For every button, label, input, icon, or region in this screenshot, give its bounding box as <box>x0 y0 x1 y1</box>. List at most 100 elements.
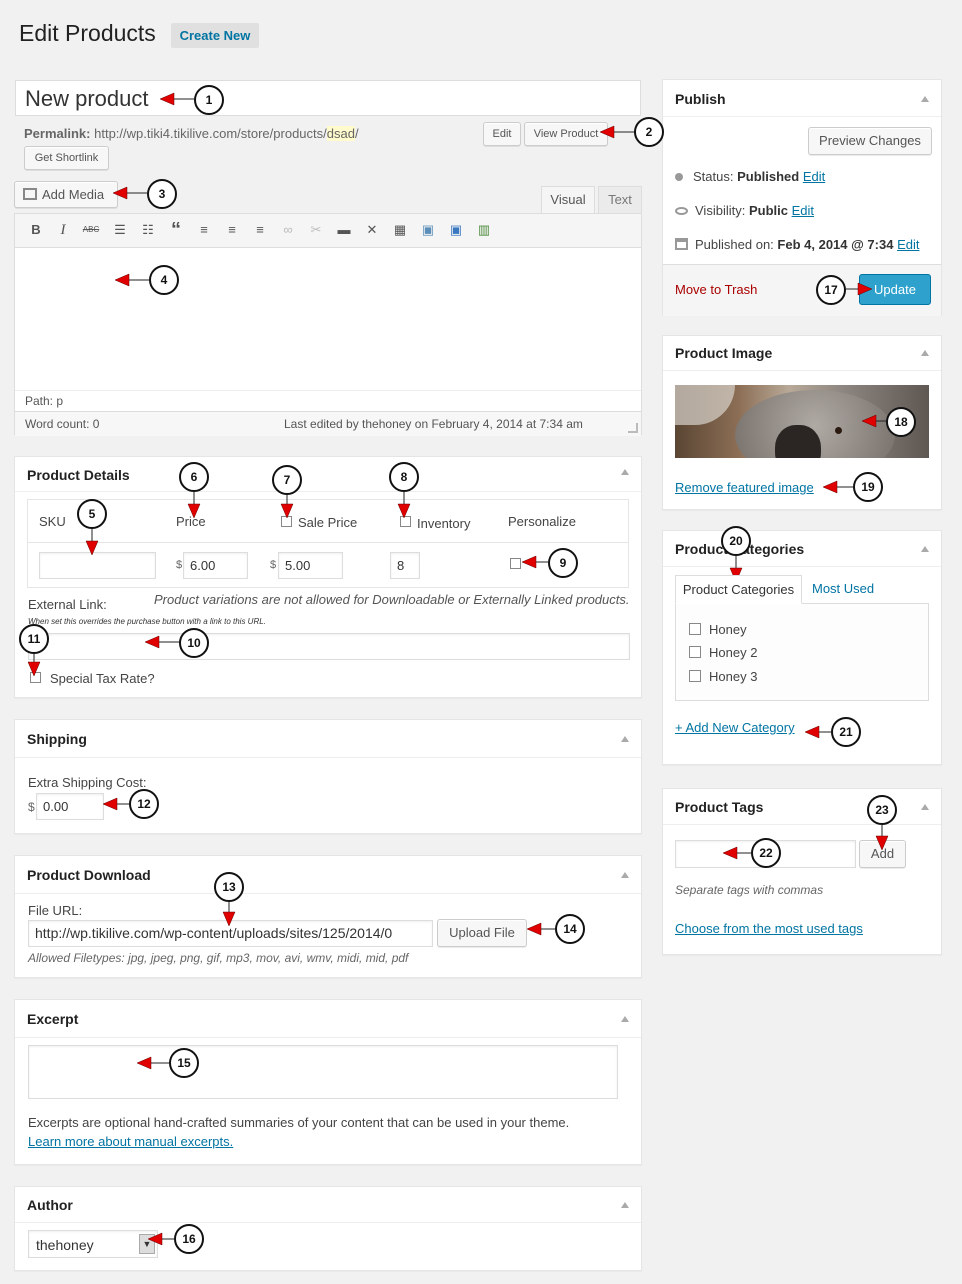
choose-most-used-tags-link[interactable]: Choose from the most used tags <box>675 921 863 936</box>
permalink: Permalink: http://wp.tiki4.tikilive.com/… <box>24 126 359 141</box>
video-icon[interactable]: ▥ <box>475 222 493 238</box>
category-checkbox[interactable] <box>689 623 701 635</box>
collapse-toggle-icon[interactable] <box>621 872 629 878</box>
toolbar-toggle-icon[interactable]: ▦ <box>391 222 409 238</box>
preview-changes-button[interactable]: Preview Changes <box>808 127 932 155</box>
arrow-3 <box>112 186 147 200</box>
editor-content-area[interactable] <box>15 248 641 390</box>
publish-title: Publish <box>675 91 726 107</box>
external-link-label: External Link: <box>28 597 107 612</box>
strikethrough-icon[interactable]: ABC <box>82 222 100 238</box>
excerpt-box: Excerpt Excerpts are optional hand-craft… <box>14 999 642 1165</box>
link-icon[interactable]: ∞ <box>279 222 297 238</box>
create-new-button[interactable]: Create New <box>171 23 259 48</box>
callout-16: 16 <box>174 1224 204 1254</box>
shipping-cost-input[interactable]: 0.00 <box>36 793 104 820</box>
status-label: Status: <box>693 169 734 184</box>
category-item[interactable]: Honey 2 <box>689 645 757 660</box>
move-to-trash-link[interactable]: Move to Trash <box>675 282 757 297</box>
product-categories-box: Product Categories Product Categories Mo… <box>662 530 942 765</box>
bold-icon[interactable]: B <box>27 222 45 238</box>
update-button[interactable]: Update <box>859 274 931 305</box>
editor-container: Path: p Word count: 0 Last edited by the… <box>14 213 642 436</box>
collapse-toggle-icon[interactable] <box>921 804 929 810</box>
resize-handle-icon[interactable] <box>628 423 638 433</box>
align-center-icon[interactable]: ≡ <box>223 222 241 238</box>
category-item[interactable]: Honey <box>689 622 747 637</box>
personalize-checkbox[interactable] <box>510 558 521 569</box>
edit-permalink-button[interactable]: Edit <box>483 122 521 146</box>
add-tag-button[interactable]: Add <box>859 840 906 868</box>
learn-more-excerpts-link[interactable]: Learn more about manual excerpts. <box>28 1134 233 1149</box>
collapse-toggle-icon[interactable] <box>921 546 929 552</box>
koala-ear <box>675 385 735 425</box>
add-media-button[interactable]: Add Media <box>14 181 118 208</box>
shipping-box: Shipping Extra Shipping Cost: $ 0.00 <box>14 719 642 834</box>
callout-14: 14 <box>555 914 585 944</box>
excerpt-title: Excerpt <box>27 1011 79 1027</box>
published-edit-link[interactable]: Edit <box>897 237 919 252</box>
collapse-toggle-icon[interactable] <box>621 1202 629 1208</box>
tab-all-categories[interactable]: Product Categories <box>675 575 802 604</box>
remove-featured-image-link[interactable]: Remove featured image <box>675 480 814 495</box>
product-download-title: Product Download <box>27 867 151 883</box>
collapse-toggle-icon[interactable] <box>621 469 629 475</box>
author-select[interactable]: thehoney ▼ <box>28 1230 158 1258</box>
upload-file-button[interactable]: Upload File <box>437 919 527 947</box>
permalink-slug[interactable]: dsad <box>326 126 355 141</box>
tab-visual[interactable]: Visual <box>541 186 595 214</box>
shipping-title: Shipping <box>27 731 87 747</box>
koala-nose <box>775 425 821 458</box>
calendar-icon <box>675 238 688 250</box>
get-shortlink-button[interactable]: Get Shortlink <box>24 146 109 170</box>
callout-8: 8 <box>389 462 419 492</box>
unlink-icon[interactable]: ✂ <box>307 222 325 238</box>
post-title-input[interactable]: New product <box>15 80 641 116</box>
allowed-filetypes: Allowed Filetypes: jpg, jpeg, png, gif, … <box>28 951 409 965</box>
sale-price-input[interactable]: 5.00 <box>278 552 343 579</box>
category-item[interactable]: Honey 3 <box>689 669 757 684</box>
inventory-checkbox[interactable] <box>400 516 411 527</box>
editor-path: Path: p <box>25 394 64 408</box>
visibility-value: Public <box>748 203 788 218</box>
author-box: Author thehoney ▼ <box>14 1186 642 1271</box>
callout-6: 6 <box>179 462 209 492</box>
sale-price-checkbox[interactable] <box>281 516 292 527</box>
align-left-icon[interactable]: ≡ <box>195 222 213 238</box>
excerpt-textarea[interactable] <box>28 1045 618 1099</box>
status-edit-link[interactable]: Edit <box>803 169 825 184</box>
view-product-button[interactable]: View Product <box>524 122 608 146</box>
sku-input[interactable] <box>39 552 156 579</box>
fullscreen-icon[interactable]: ✕ <box>363 222 381 238</box>
callout-13: 13 <box>214 872 244 902</box>
category-checkbox[interactable] <box>689 670 701 682</box>
word-count: Word count: 0 <box>25 417 100 431</box>
external-link-input[interactable] <box>28 633 630 660</box>
more-tag-icon[interactable]: ▬ <box>335 222 353 238</box>
visibility-edit-link[interactable]: Edit <box>792 203 814 218</box>
special-tax-checkbox[interactable] <box>30 672 41 683</box>
gallery-icon[interactable]: ▣ <box>419 222 437 238</box>
collapse-toggle-icon[interactable] <box>921 96 929 102</box>
tab-most-used[interactable]: Most Used <box>812 581 874 596</box>
category-checkbox[interactable] <box>689 646 701 658</box>
inventory-header: Inventory <box>417 516 471 531</box>
collapse-toggle-icon[interactable] <box>921 350 929 356</box>
bullet-list-icon[interactable]: ☰ <box>111 222 129 238</box>
inventory-input[interactable]: 8 <box>390 552 420 579</box>
price-input[interactable]: 6.00 <box>183 552 248 579</box>
file-url-input[interactable]: http://wp.tikilive.com/wp-content/upload… <box>28 920 433 947</box>
insert-product-icon[interactable]: ▣ <box>447 222 465 238</box>
italic-icon[interactable]: I <box>54 222 72 238</box>
callout-21: 21 <box>831 717 861 747</box>
add-new-category-link[interactable]: + Add New Category <box>675 720 795 735</box>
published-value: Feb 4, 2014 @ 7:34 <box>777 237 894 252</box>
permalink-trail: / <box>354 126 359 141</box>
blockquote-icon[interactable]: “ <box>167 220 185 240</box>
callout-12: 12 <box>129 789 159 819</box>
align-right-icon[interactable]: ≡ <box>251 222 269 238</box>
numbered-list-icon[interactable]: ☷ <box>139 222 157 238</box>
collapse-toggle-icon[interactable] <box>621 1016 629 1022</box>
collapse-toggle-icon[interactable] <box>621 736 629 742</box>
tab-text[interactable]: Text <box>598 186 642 214</box>
